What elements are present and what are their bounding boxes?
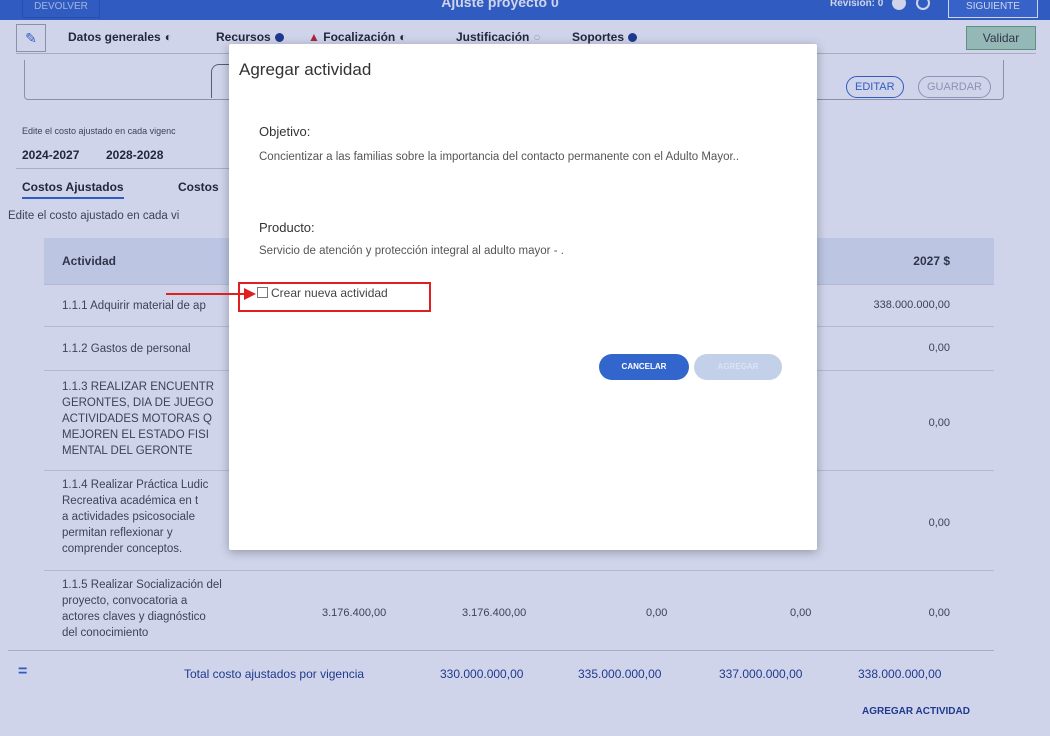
modal-title: Agregar actividad <box>239 60 372 79</box>
product-text: Servicio de atención y protección integr… <box>259 245 564 257</box>
cancel-button[interactable]: CANCELAR <box>599 354 689 380</box>
annotation-arrow <box>166 293 246 295</box>
objective-label: Objetivo: <box>259 124 311 139</box>
add-button[interactable]: AGREGAR <box>694 354 782 380</box>
objective-text: Concientizar a las familias sobre la imp… <box>259 151 740 163</box>
annotation-highlight <box>238 282 431 312</box>
product-label: Producto: <box>259 220 315 235</box>
